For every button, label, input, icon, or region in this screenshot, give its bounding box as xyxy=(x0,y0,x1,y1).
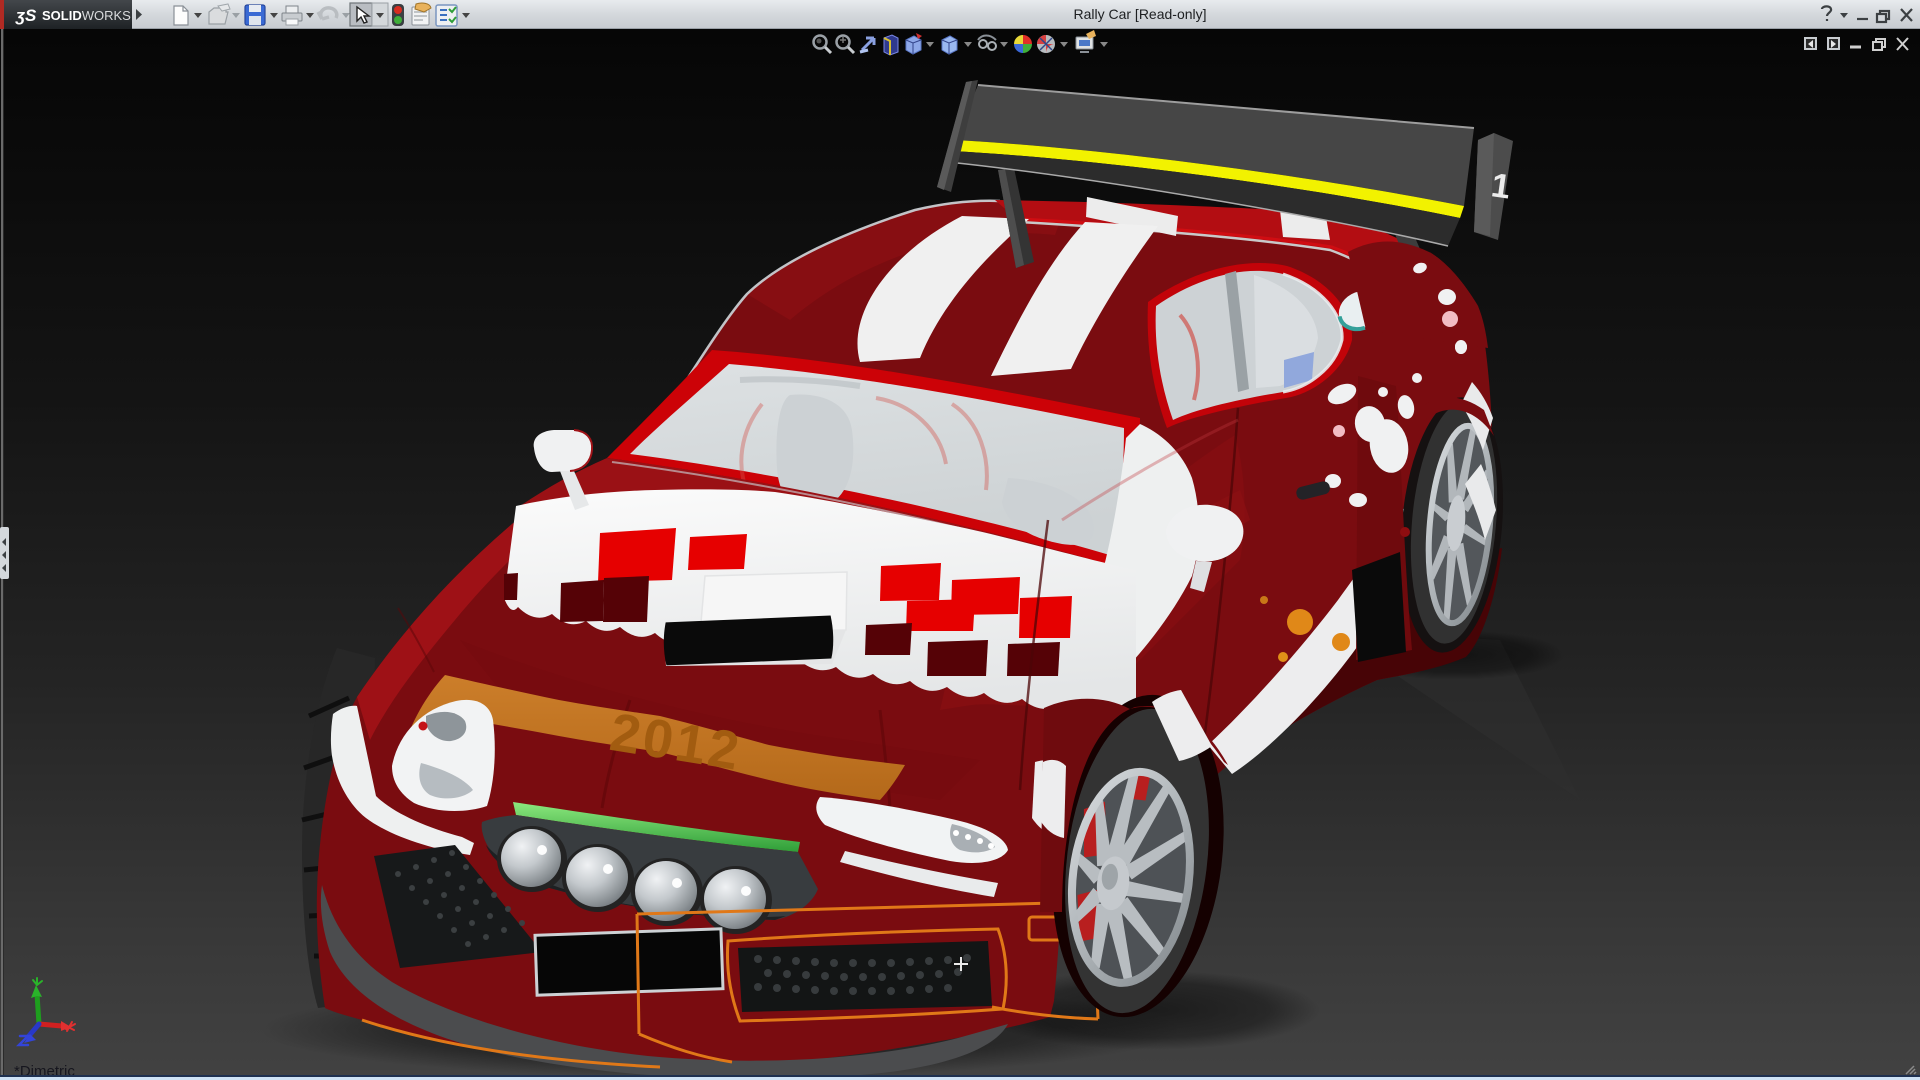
svg-text:Rally Car [Read-only]: Rally Car [Read-only] xyxy=(1073,6,1206,22)
svg-text:SOLIDWORKS: SOLIDWORKS xyxy=(42,8,131,23)
svg-text:ʒS: ʒS xyxy=(15,6,37,25)
